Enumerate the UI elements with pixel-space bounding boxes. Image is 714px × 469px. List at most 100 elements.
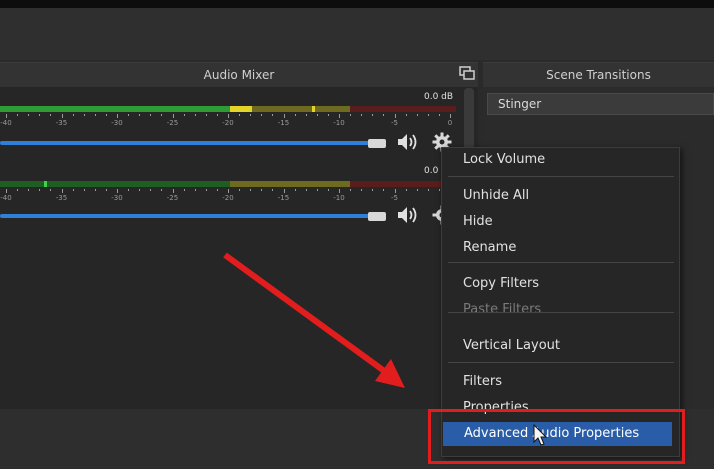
menu-separator (448, 176, 674, 177)
scale-minor-tick (383, 189, 385, 191)
scale-minor-tick (427, 114, 429, 116)
transition-select[interactable]: Stinger (487, 93, 714, 115)
scale-minor-tick (216, 114, 218, 116)
menu-item-unhide-all[interactable]: Unhide All (442, 184, 679, 208)
scale-tick (394, 114, 396, 118)
scale-minor-tick (294, 189, 296, 191)
menu-item-filters[interactable]: Filters (442, 370, 679, 394)
scale-minor-tick (261, 189, 263, 191)
scale-minor-tick (261, 114, 263, 116)
scale-minor-tick (17, 114, 19, 116)
scale-minor-tick (94, 189, 96, 191)
scale-minor-tick (438, 114, 440, 116)
scale-minor-tick (50, 189, 52, 191)
scale-tick-label: -10 (333, 194, 345, 202)
scale-minor-tick (28, 114, 30, 116)
volume-slider-handle[interactable] (368, 212, 386, 221)
scale-tick (450, 114, 451, 118)
menu-item-lock-volume[interactable]: Lock Volume (442, 148, 679, 172)
scale-tick-label: -40 (0, 194, 12, 202)
speaker-icon[interactable] (396, 132, 420, 152)
scale-minor-tick (28, 189, 30, 191)
scale-minor-tick (305, 189, 307, 191)
scale-minor-tick (161, 189, 163, 191)
scale-tick (172, 114, 174, 118)
scale-minor-tick (205, 114, 207, 116)
scale-minor-tick (39, 189, 41, 191)
scale-tick-label: -20 (222, 119, 234, 127)
scale-minor-tick (405, 189, 407, 191)
scale-minor-tick (50, 114, 52, 116)
scale-minor-tick (216, 189, 218, 191)
menu-separator (448, 262, 674, 263)
scale-minor-tick (150, 114, 152, 116)
scale-tick (394, 189, 396, 193)
scale-tick (339, 189, 340, 193)
scale-minor-tick (128, 114, 130, 116)
scale-minor-tick (250, 189, 252, 191)
scale-tick-label: -20 (222, 194, 234, 202)
scale-tick (61, 114, 63, 118)
scale-minor-tick (83, 114, 85, 116)
scale-tick-label: -25 (166, 194, 179, 202)
scene-transitions-header: Scene Transitions (483, 62, 714, 88)
scale-minor-tick (194, 114, 196, 116)
volume-slider-handle[interactable] (368, 139, 386, 148)
volume-slider[interactable] (0, 214, 370, 218)
scale-tick-label: -5 (391, 119, 398, 127)
scale-minor-tick (350, 114, 352, 116)
menu-item-copy-filters[interactable]: Copy Filters (442, 272, 679, 296)
scale-minor-tick (139, 189, 141, 191)
scale-tick (117, 114, 118, 118)
scale-tick (117, 189, 118, 193)
scale-tick-label: -40 (0, 119, 12, 127)
scale-tick (283, 114, 285, 118)
scale-minor-tick (272, 189, 274, 191)
undock-icon[interactable] (459, 66, 475, 80)
scale-minor-tick (416, 114, 418, 116)
scale-minor-tick (150, 189, 152, 191)
speaker-icon[interactable] (396, 205, 420, 225)
scale-minor-tick (94, 114, 96, 116)
scale-minor-tick (161, 114, 163, 116)
audio-mixer-title: Audio Mixer (203, 68, 275, 82)
scale-minor-tick (316, 189, 318, 191)
peak-label: 0.0 dB (424, 92, 454, 102)
scale-tick (228, 189, 229, 193)
scale-minor-tick (383, 114, 385, 116)
menu-item-vertical-layout[interactable]: Vertical Layout (442, 334, 679, 358)
menu-item-rename[interactable]: Rename (442, 236, 679, 260)
mouse-cursor-icon (533, 424, 548, 446)
scale-minor-tick (17, 189, 19, 191)
scale-minor-tick (105, 114, 107, 116)
scale-minor-tick (39, 114, 41, 116)
scale-minor-tick (427, 189, 429, 191)
scale-tick (6, 189, 7, 193)
scale-tick (172, 189, 174, 193)
scale-minor-tick (194, 189, 196, 191)
menu-item-hide[interactable]: Hide (442, 210, 679, 234)
volume-meter (0, 181, 456, 187)
volume-slider[interactable] (0, 141, 370, 145)
menu-separator (448, 362, 674, 363)
scale-minor-tick (128, 189, 130, 191)
scale-minor-tick (294, 114, 296, 116)
scale-minor-tick (183, 189, 185, 191)
scale-tick-label: -30 (111, 194, 123, 202)
scale-minor-tick (416, 189, 418, 191)
scale-tick-label: -30 (111, 119, 123, 127)
scale-minor-tick (239, 189, 241, 191)
scale-minor-tick (361, 189, 363, 191)
scale-tick (228, 114, 229, 118)
scale-tick-label: 0 (447, 119, 453, 127)
scale-minor-tick (372, 114, 374, 116)
scale-tick-label: -10 (333, 119, 345, 127)
arrow-annotation (223, 252, 405, 388)
scale-minor-tick (305, 114, 307, 116)
scale-tick-label: -35 (55, 194, 68, 202)
scale-minor-tick (72, 189, 74, 191)
scale-minor-tick (350, 189, 352, 191)
scale-minor-tick (205, 189, 207, 191)
scale-tick (61, 189, 63, 193)
scale-minor-tick (438, 189, 440, 191)
